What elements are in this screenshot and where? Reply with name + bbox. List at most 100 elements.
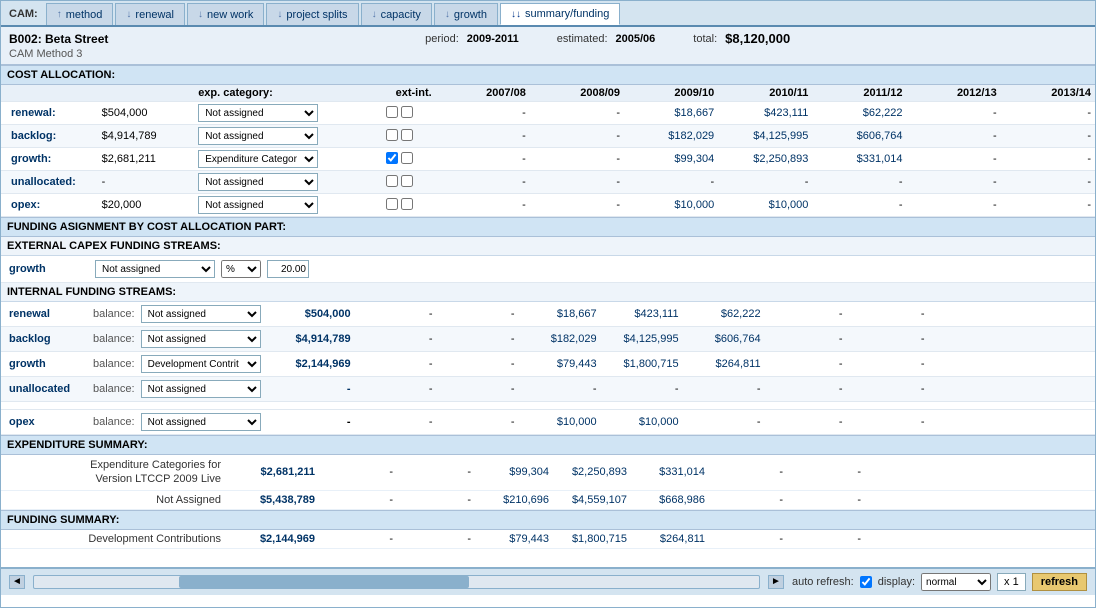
int-fund-category[interactable]: Not assigned [141,330,261,348]
int-fund-label: growth [9,358,89,370]
int-checkbox[interactable] [401,152,413,164]
alloc-label: renewal: [1,102,98,125]
alloc-category[interactable]: Not assigned [194,102,363,125]
tab-project-splits[interactable]: ↓ project splits [266,3,358,25]
int-fund-label: renewal [9,308,89,320]
int-fund-category[interactable]: Not assigned [141,305,261,323]
ext-growth-value[interactable] [267,260,309,278]
alloc-category[interactable]: Not assigned [194,171,363,194]
category-select[interactable]: Not assigned [198,104,318,122]
project-splits-arrow: ↓ [277,9,282,20]
int-year-val: - [851,383,929,395]
ext-int-checkboxes [363,194,435,217]
opex-fund-amount: - [265,416,355,428]
display-select[interactable]: normal compact [921,573,991,591]
opex-year-val: $10,000 [523,416,601,428]
auto-refresh-checkbox[interactable] [860,576,872,588]
ext-checkbox[interactable] [386,129,398,141]
int-fund-category[interactable]: Not assigned [141,380,261,398]
tab-renewal[interactable]: ↓ renewal [115,3,185,25]
scroll-right-btn[interactable]: ► [768,575,784,589]
ext-checkbox[interactable] [386,198,398,210]
fund-year-val: - [787,533,865,545]
col-2008-09: 2008/09 [530,85,624,102]
exp-year-val: $4,559,107 [553,494,631,506]
tab-new-work[interactable]: ↓ new work [187,3,264,25]
cam-method: CAM Method 3 [9,48,1087,60]
year-val-0: - [436,125,530,148]
ext-checkbox[interactable] [386,175,398,187]
tab-project-splits-label: project splits [286,9,347,21]
horizontal-scrollbar[interactable] [33,575,760,589]
funding-summary-row: Development Contributions $2,144,969 --$… [1,530,1095,549]
cost-alloc-row: opex: $20,000 Not assigned --$10,000$10,… [1,194,1095,217]
scroll-thumb [179,576,469,588]
int-checkbox[interactable] [401,129,413,141]
fund-amount: $2,144,969 [229,533,319,545]
ext-growth-category[interactable]: Not assigned [95,260,215,278]
opex-year-val: - [851,416,929,428]
int-year-val: - [359,358,437,370]
exp-amount: $2,681,211 [229,466,319,478]
balance-label: balance: [93,383,135,395]
year-val-3: $2,250,893 [718,148,812,171]
category-select[interactable]: Not assigned [198,196,318,214]
year-val-2: $99,304 [624,148,718,171]
tab-summary-funding[interactable]: ↓↓ summary/funding [500,3,620,25]
year-val-5: - [907,194,1001,217]
int-checkbox[interactable] [401,198,413,210]
category-select[interactable]: Not assigned [198,127,318,145]
year-val-6: - [1001,148,1095,171]
year-val-1: - [530,194,624,217]
ext-checkbox[interactable] [386,152,398,164]
int-fund-category[interactable]: Development Contrit [141,355,261,373]
exp-year-val: - [709,494,787,506]
int-checkbox[interactable] [401,106,413,118]
alloc-category[interactable]: Not assigned [194,125,363,148]
int-year-val: - [851,333,929,345]
opex-fund-category[interactable]: Not assigned [141,413,261,431]
year-val-0: - [436,194,530,217]
int-year-val: $18,667 [523,308,601,320]
year-val-2: $18,667 [624,102,718,125]
refresh-button[interactable]: refresh [1032,573,1087,591]
int-checkbox[interactable] [401,175,413,187]
exp-summary-row: Not Assigned $5,438,789 --$210,696$4,559… [1,491,1095,510]
opex-balance-label: balance: [93,416,135,428]
int-year-val: $62,222 [687,308,765,320]
expenditure-summary-header: EXPENDITURE SUMMARY: [1,435,1095,455]
opex-year-val: $10,000 [605,416,683,428]
year-val-5: - [907,171,1001,194]
alloc-category[interactable]: Expenditure Categor [194,148,363,171]
x1-box: x 1 [997,573,1026,591]
year-val-1: - [530,171,624,194]
cost-alloc-row: backlog: $4,914,789 Not assigned --$182,… [1,125,1095,148]
category-select[interactable]: Not assigned [198,173,318,191]
year-val-0: - [436,102,530,125]
exp-amount: $5,438,789 [229,494,319,506]
ext-int-checkboxes [363,148,435,171]
spacer-row [1,402,1095,410]
tab-growth-label: growth [454,9,487,21]
capacity-arrow: ↓ [372,9,377,20]
alloc-label: opex: [1,194,98,217]
scroll-left-btn[interactable]: ◄ [9,575,25,589]
year-val-3: $423,111 [718,102,812,125]
col-2007-08: 2007/08 [436,85,530,102]
tab-growth[interactable]: ↓ growth [434,3,498,25]
year-val-1: - [530,148,624,171]
ext-checkbox[interactable] [386,106,398,118]
tab-capacity[interactable]: ↓ capacity [361,3,432,25]
ext-int-header: ext-int. [363,85,435,102]
int-year-val: - [441,333,519,345]
year-val-5: - [907,102,1001,125]
cost-alloc-row: growth: $2,681,211 Expenditure Categor -… [1,148,1095,171]
total-label: total: [693,33,717,45]
renewal-arrow: ↓ [126,9,131,20]
ext-int-checkboxes [363,171,435,194]
ext-growth-pct[interactable]: % [221,260,261,278]
category-select[interactable]: Expenditure Categor [198,150,318,168]
tab-method[interactable]: ↑ method [46,3,114,25]
exp-desc: Expenditure Categories forVersion LTCCP … [9,458,229,487]
alloc-category[interactable]: Not assigned [194,194,363,217]
